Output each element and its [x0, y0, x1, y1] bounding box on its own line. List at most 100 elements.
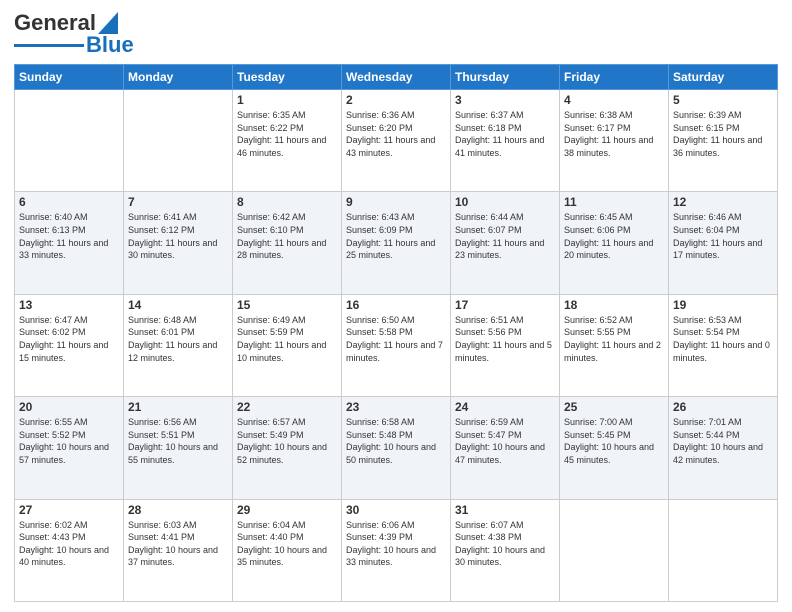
logo-icon [98, 12, 118, 34]
cell-day-number: 24 [455, 400, 555, 414]
col-tuesday: Tuesday [233, 65, 342, 90]
cell-info: Sunrise: 6:53 AMSunset: 5:54 PMDaylight:… [673, 314, 773, 364]
calendar-cell: 16 Sunrise: 6:50 AMSunset: 5:58 PMDaylig… [342, 294, 451, 396]
cell-day-number: 31 [455, 503, 555, 517]
calendar-week-row: 6 Sunrise: 6:40 AMSunset: 6:13 PMDayligh… [15, 192, 778, 294]
calendar-cell: 17 Sunrise: 6:51 AMSunset: 5:56 PMDaylig… [451, 294, 560, 396]
cell-day-number: 6 [19, 195, 119, 209]
col-friday: Friday [560, 65, 669, 90]
calendar-week-row: 20 Sunrise: 6:55 AMSunset: 5:52 PMDaylig… [15, 397, 778, 499]
calendar-cell: 19 Sunrise: 6:53 AMSunset: 5:54 PMDaylig… [669, 294, 778, 396]
cell-info: Sunrise: 6:59 AMSunset: 5:47 PMDaylight:… [455, 416, 555, 466]
calendar-cell: 30 Sunrise: 6:06 AMSunset: 4:39 PMDaylig… [342, 499, 451, 601]
calendar-week-row: 27 Sunrise: 6:02 AMSunset: 4:43 PMDaylig… [15, 499, 778, 601]
calendar-cell: 27 Sunrise: 6:02 AMSunset: 4:43 PMDaylig… [15, 499, 124, 601]
cell-info: Sunrise: 6:58 AMSunset: 5:48 PMDaylight:… [346, 416, 446, 466]
calendar-cell: 20 Sunrise: 6:55 AMSunset: 5:52 PMDaylig… [15, 397, 124, 499]
calendar-cell: 2 Sunrise: 6:36 AMSunset: 6:20 PMDayligh… [342, 90, 451, 192]
cell-day-number: 26 [673, 400, 773, 414]
calendar-cell [669, 499, 778, 601]
cell-day-number: 18 [564, 298, 664, 312]
calendar-cell: 7 Sunrise: 6:41 AMSunset: 6:12 PMDayligh… [124, 192, 233, 294]
calendar-cell: 1 Sunrise: 6:35 AMSunset: 6:22 PMDayligh… [233, 90, 342, 192]
cell-day-number: 13 [19, 298, 119, 312]
cell-day-number: 17 [455, 298, 555, 312]
calendar-cell: 4 Sunrise: 6:38 AMSunset: 6:17 PMDayligh… [560, 90, 669, 192]
col-thursday: Thursday [451, 65, 560, 90]
cell-info: Sunrise: 6:36 AMSunset: 6:20 PMDaylight:… [346, 109, 446, 159]
cell-info: Sunrise: 7:01 AMSunset: 5:44 PMDaylight:… [673, 416, 773, 466]
cell-info: Sunrise: 6:55 AMSunset: 5:52 PMDaylight:… [19, 416, 119, 466]
calendar-week-row: 1 Sunrise: 6:35 AMSunset: 6:22 PMDayligh… [15, 90, 778, 192]
cell-day-number: 25 [564, 400, 664, 414]
calendar-cell: 12 Sunrise: 6:46 AMSunset: 6:04 PMDaylig… [669, 192, 778, 294]
cell-day-number: 23 [346, 400, 446, 414]
cell-day-number: 28 [128, 503, 228, 517]
calendar-cell: 22 Sunrise: 6:57 AMSunset: 5:49 PMDaylig… [233, 397, 342, 499]
cell-day-number: 20 [19, 400, 119, 414]
cell-info: Sunrise: 6:42 AMSunset: 6:10 PMDaylight:… [237, 211, 337, 261]
cell-day-number: 16 [346, 298, 446, 312]
col-monday: Monday [124, 65, 233, 90]
calendar-cell: 24 Sunrise: 6:59 AMSunset: 5:47 PMDaylig… [451, 397, 560, 499]
cell-day-number: 27 [19, 503, 119, 517]
cell-info: Sunrise: 6:51 AMSunset: 5:56 PMDaylight:… [455, 314, 555, 364]
calendar-cell: 11 Sunrise: 6:45 AMSunset: 6:06 PMDaylig… [560, 192, 669, 294]
cell-info: Sunrise: 6:43 AMSunset: 6:09 PMDaylight:… [346, 211, 446, 261]
cell-day-number: 3 [455, 93, 555, 107]
cell-day-number: 30 [346, 503, 446, 517]
calendar-cell: 23 Sunrise: 6:58 AMSunset: 5:48 PMDaylig… [342, 397, 451, 499]
cell-info: Sunrise: 6:35 AMSunset: 6:22 PMDaylight:… [237, 109, 337, 159]
cell-day-number: 29 [237, 503, 337, 517]
cell-info: Sunrise: 6:37 AMSunset: 6:18 PMDaylight:… [455, 109, 555, 159]
calendar-cell [560, 499, 669, 601]
cell-day-number: 8 [237, 195, 337, 209]
cell-day-number: 19 [673, 298, 773, 312]
col-saturday: Saturday [669, 65, 778, 90]
cell-day-number: 2 [346, 93, 446, 107]
col-wednesday: Wednesday [342, 65, 451, 90]
cell-info: Sunrise: 6:03 AMSunset: 4:41 PMDaylight:… [128, 519, 228, 569]
calendar-cell: 25 Sunrise: 7:00 AMSunset: 5:45 PMDaylig… [560, 397, 669, 499]
logo: General Blue [14, 10, 134, 58]
calendar-cell [124, 90, 233, 192]
cell-info: Sunrise: 6:49 AMSunset: 5:59 PMDaylight:… [237, 314, 337, 364]
calendar-week-row: 13 Sunrise: 6:47 AMSunset: 6:02 PMDaylig… [15, 294, 778, 396]
calendar-cell: 8 Sunrise: 6:42 AMSunset: 6:10 PMDayligh… [233, 192, 342, 294]
cell-info: Sunrise: 6:39 AMSunset: 6:15 PMDaylight:… [673, 109, 773, 159]
page: General Blue Sunday Monday Tuesday Wedne… [0, 0, 792, 612]
calendar-cell: 13 Sunrise: 6:47 AMSunset: 6:02 PMDaylig… [15, 294, 124, 396]
calendar-table: Sunday Monday Tuesday Wednesday Thursday… [14, 64, 778, 602]
cell-day-number: 1 [237, 93, 337, 107]
cell-info: Sunrise: 6:46 AMSunset: 6:04 PMDaylight:… [673, 211, 773, 261]
calendar-cell: 26 Sunrise: 7:01 AMSunset: 5:44 PMDaylig… [669, 397, 778, 499]
calendar-cell: 31 Sunrise: 6:07 AMSunset: 4:38 PMDaylig… [451, 499, 560, 601]
cell-day-number: 11 [564, 195, 664, 209]
logo-blue: Blue [86, 32, 134, 58]
cell-info: Sunrise: 6:57 AMSunset: 5:49 PMDaylight:… [237, 416, 337, 466]
cell-day-number: 21 [128, 400, 228, 414]
logo-line [14, 44, 84, 47]
cell-info: Sunrise: 6:56 AMSunset: 5:51 PMDaylight:… [128, 416, 228, 466]
cell-day-number: 15 [237, 298, 337, 312]
cell-info: Sunrise: 6:06 AMSunset: 4:39 PMDaylight:… [346, 519, 446, 569]
calendar-cell [15, 90, 124, 192]
cell-info: Sunrise: 6:41 AMSunset: 6:12 PMDaylight:… [128, 211, 228, 261]
cell-day-number: 12 [673, 195, 773, 209]
calendar-cell: 15 Sunrise: 6:49 AMSunset: 5:59 PMDaylig… [233, 294, 342, 396]
cell-day-number: 5 [673, 93, 773, 107]
cell-info: Sunrise: 6:04 AMSunset: 4:40 PMDaylight:… [237, 519, 337, 569]
cell-info: Sunrise: 6:52 AMSunset: 5:55 PMDaylight:… [564, 314, 664, 364]
cell-day-number: 7 [128, 195, 228, 209]
calendar-cell: 21 Sunrise: 6:56 AMSunset: 5:51 PMDaylig… [124, 397, 233, 499]
calendar-cell: 6 Sunrise: 6:40 AMSunset: 6:13 PMDayligh… [15, 192, 124, 294]
cell-day-number: 22 [237, 400, 337, 414]
cell-info: Sunrise: 6:47 AMSunset: 6:02 PMDaylight:… [19, 314, 119, 364]
calendar-cell: 29 Sunrise: 6:04 AMSunset: 4:40 PMDaylig… [233, 499, 342, 601]
calendar-cell: 3 Sunrise: 6:37 AMSunset: 6:18 PMDayligh… [451, 90, 560, 192]
calendar-cell: 5 Sunrise: 6:39 AMSunset: 6:15 PMDayligh… [669, 90, 778, 192]
cell-day-number: 10 [455, 195, 555, 209]
cell-day-number: 14 [128, 298, 228, 312]
cell-info: Sunrise: 6:48 AMSunset: 6:01 PMDaylight:… [128, 314, 228, 364]
cell-info: Sunrise: 6:44 AMSunset: 6:07 PMDaylight:… [455, 211, 555, 261]
